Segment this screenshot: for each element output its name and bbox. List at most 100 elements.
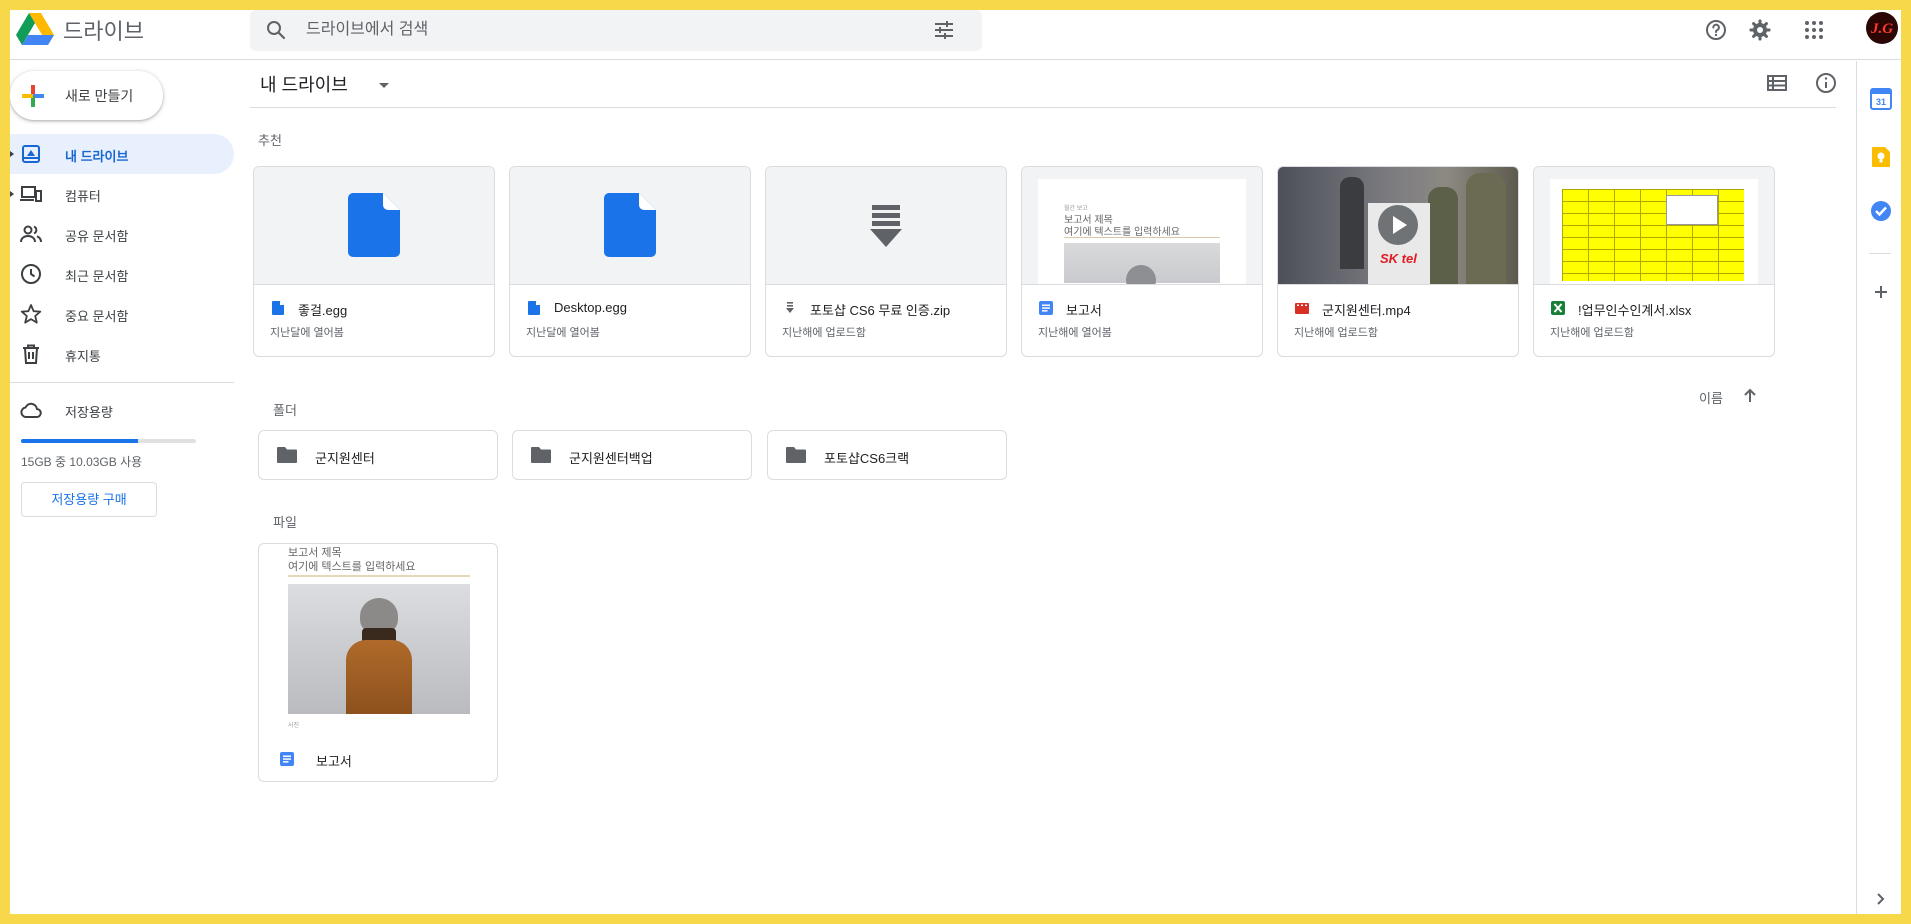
apps-grid-icon[interactable] (1802, 18, 1826, 42)
sheet-page-preview (1550, 179, 1758, 284)
sidebar-item-storage[interactable]: 저장용량 (10, 390, 234, 430)
video-brand-text: SK tel (1380, 251, 1417, 266)
preview-person (1340, 177, 1364, 269)
file-large-icon (348, 193, 400, 257)
folder-name: 군지원센터 (315, 451, 375, 466)
doc-preview-rule (1064, 237, 1220, 238)
arrow-up-icon[interactable] (1740, 386, 1760, 406)
card-thumbnail (510, 167, 750, 285)
sidebar-item-my-drive[interactable]: 내 드라이브 (10, 134, 234, 174)
folder-icon (531, 447, 551, 463)
svg-text:31: 31 (1876, 97, 1886, 107)
search-box[interactable] (250, 10, 982, 51)
sidebar-item-label: 중요 문서함 (65, 309, 129, 324)
computer-icon (20, 186, 42, 202)
file-card[interactable]: 보고서 제목 여기에 텍스트를 입력하세요 사진 보고서 (258, 543, 498, 782)
folder-icon (786, 447, 806, 463)
card-name: 보고서 (1066, 303, 1102, 318)
expand-arrow-icon[interactable] (10, 149, 16, 159)
sidebar-item-trash[interactable]: 휴지통 (10, 334, 234, 374)
sidebar-item-label: 내 드라이브 (65, 149, 129, 164)
preview-photo-subject (1126, 265, 1156, 284)
add-addon-icon[interactable] (1870, 281, 1892, 303)
play-icon (1393, 216, 1407, 234)
folder-card[interactable]: 포토샵CS6크랙 (767, 430, 1007, 480)
top-header: 드라이브 드라이브에서 검색 J.G (10, 10, 1901, 60)
card-thumbnail: 월간 보고 보고서 제목 여기에 텍스트를 입력하세요 (1022, 167, 1262, 285)
preview-person (1466, 173, 1506, 284)
cloud-icon (20, 402, 42, 418)
sheet-grid-preview (1562, 189, 1744, 281)
new-button[interactable]: 새로 만들기 (10, 71, 163, 120)
docs-icon (280, 752, 294, 766)
calendar-icon[interactable]: 31 (1870, 88, 1892, 110)
sidebar-item-label: 최근 문서함 (65, 269, 129, 284)
doc-preview-image (288, 584, 470, 714)
file-icon (272, 301, 284, 315)
avatar[interactable]: J.G (1866, 12, 1898, 44)
expand-arrow-icon[interactable] (10, 189, 16, 199)
plus-icon (22, 85, 44, 107)
play-button-icon[interactable] (1378, 205, 1418, 245)
sidebar-item-label: 컴퓨터 (65, 189, 101, 204)
sidebar-item-label: 휴지통 (65, 349, 101, 364)
sidebar-item-shared[interactable]: 공유 문서함 (10, 214, 234, 254)
sort-by-name-button[interactable]: 이름 (1699, 388, 1723, 407)
new-button-label: 새로 만들기 (65, 88, 134, 104)
file-large-icon (604, 193, 656, 257)
suggested-card[interactable]: !업무인수인계서.xlsx 지난해에 업로드함 (1533, 166, 1775, 357)
doc-page-preview: 월간 보고 보고서 제목 여기에 텍스트를 입력하세요 (1038, 179, 1246, 284)
doc-preview-body: 여기에 텍스트를 입력하세요 (288, 561, 416, 573)
suggested-card[interactable]: Desktop.egg 지난달에 열어봄 (509, 166, 751, 357)
folder-card[interactable]: 군지원센터 (258, 430, 498, 480)
suggested-card[interactable]: 좋걸.egg 지난달에 열어봄 (253, 166, 495, 357)
preview-jacket (346, 640, 412, 714)
sidebar-item-label: 저장용량 (65, 405, 113, 420)
breadcrumb-my-drive[interactable]: 내 드라이브 (260, 71, 348, 97)
search-input[interactable] (306, 16, 906, 44)
card-thumbnail (1534, 167, 1774, 285)
sidebar-item-starred[interactable]: 중요 문서함 (10, 294, 234, 334)
docs-icon (1039, 301, 1053, 315)
zip-large-icon (870, 205, 902, 247)
suggested-section-label: 추천 (258, 133, 282, 148)
folder-name: 군지원센터백업 (569, 451, 653, 466)
excel-icon (1551, 301, 1565, 315)
chevron-right-icon[interactable] (1872, 891, 1888, 907)
doc-preview-image (1064, 243, 1220, 284)
nav-divider (10, 382, 234, 383)
caret-down-icon[interactable] (374, 75, 394, 95)
keep-icon[interactable] (1870, 146, 1892, 168)
suggested-card[interactable]: SK tel 군지원센터.mp4 지난해에 업로드함 (1277, 166, 1519, 357)
drive-app-window: 드라이브 드라이브에서 검색 J.G 새로 만들기 내 드라이브 컴퓨터 공유 … (10, 10, 1901, 914)
folder-card[interactable]: 군지원센터백업 (512, 430, 752, 480)
card-subtitle: 지난해에 업로드함 (782, 327, 867, 339)
card-subtitle: 지난해에 열어봄 (1038, 327, 1112, 339)
storage-progress-bar (21, 439, 196, 443)
help-icon[interactable] (1704, 18, 1728, 42)
card-name: 포토샵 CS6 무료 인증.zip (810, 303, 951, 318)
sidebar-item-recent[interactable]: 최근 문서함 (10, 254, 234, 294)
card-name: 군지원센터.mp4 (1322, 303, 1411, 318)
tasks-icon[interactable] (1870, 200, 1892, 222)
gear-icon[interactable] (1748, 18, 1772, 42)
doc-preview-caption: 사진 (288, 723, 300, 729)
card-thumbnail (766, 167, 1006, 285)
app-title[interactable]: 드라이브 (63, 14, 144, 46)
preview-person (1428, 187, 1458, 284)
list-view-icon[interactable] (1765, 71, 1789, 95)
buy-storage-button[interactable]: 저장용량 구매 (21, 482, 157, 517)
storage-usage-text: 15GB 중 10.03GB 사용 (21, 455, 143, 469)
search-options-icon[interactable] (932, 18, 956, 42)
sidebar-item-computers[interactable]: 컴퓨터 (10, 174, 234, 214)
drive-logo-icon[interactable] (15, 12, 55, 46)
info-icon[interactable] (1814, 71, 1838, 95)
suggested-card[interactable]: 포토샵 CS6 무료 인증.zip 지난해에 업로드함 (765, 166, 1007, 357)
suggested-card[interactable]: 월간 보고 보고서 제목 여기에 텍스트를 입력하세요 보고서 지난해에 열어봄 (1021, 166, 1263, 357)
search-icon[interactable] (264, 18, 288, 42)
clock-icon (21, 264, 41, 284)
file-icon (528, 301, 540, 315)
card-thumbnail (254, 167, 494, 285)
files-section-label: 파일 (273, 515, 297, 530)
file-preview: 보고서 제목 여기에 텍스트를 입력하세요 사진 (259, 544, 497, 729)
